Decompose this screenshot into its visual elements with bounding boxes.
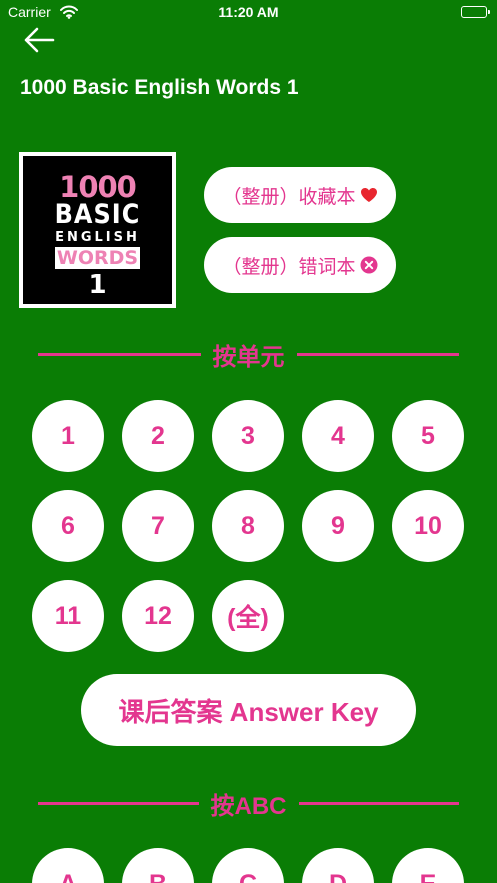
favorites-button[interactable]: （整册）收藏本: [204, 167, 396, 223]
favorites-label: （整册）收藏本: [222, 185, 356, 208]
unit-button-1[interactable]: 1: [32, 400, 104, 472]
answer-key-button[interactable]: 课后答案 Answer Key: [81, 674, 416, 746]
letter-button-b[interactable]: B: [122, 848, 194, 883]
unit-button-9[interactable]: 9: [302, 490, 374, 562]
unit-button-3[interactable]: 3: [212, 400, 284, 472]
book-cover[interactable]: 1000 BASIC ENGLISH WORDS 1: [19, 152, 176, 308]
unit-button-6[interactable]: 6: [32, 490, 104, 562]
letter-button-c[interactable]: C: [212, 848, 284, 883]
wrong-words-button[interactable]: （整册）错词本: [204, 237, 396, 293]
heart-icon: [360, 187, 378, 203]
back-button[interactable]: [22, 26, 56, 54]
unit-button-4[interactable]: 4: [302, 400, 374, 472]
cover-line-5: 1: [88, 270, 107, 300]
unit-button-8[interactable]: 8: [212, 490, 284, 562]
letter-button-a[interactable]: A: [32, 848, 104, 883]
cover-line-2: BASIC: [54, 198, 141, 230]
unit-button-all[interactable]: (全): [212, 580, 284, 652]
wrong-words-label: （整册）错词本: [222, 255, 356, 278]
unit-section-title: 按单元: [212, 343, 285, 371]
abc-section-title: 按ABC: [210, 792, 287, 820]
close-circle-icon: [360, 256, 378, 274]
status-time: 11:20 AM: [218, 4, 279, 20]
unit-button-2[interactable]: 2: [122, 400, 194, 472]
unit-button-12[interactable]: 12: [122, 580, 194, 652]
abc-section-divider: 按ABC: [38, 783, 459, 823]
unit-button-5[interactable]: 5: [392, 400, 464, 472]
unit-section-divider: 按单元: [38, 334, 459, 374]
unit-button-11[interactable]: 11: [32, 580, 104, 652]
page-title: 1000 Basic English Words 1: [20, 76, 299, 99]
letter-button-e[interactable]: E: [392, 848, 464, 883]
cover-line-4: WORDS: [54, 247, 141, 269]
unit-button-10[interactable]: 10: [392, 490, 464, 562]
cover-line-3: ENGLISH: [55, 230, 140, 245]
arrow-left-icon: [24, 27, 55, 53]
unit-button-7[interactable]: 7: [122, 490, 194, 562]
status-bar: Carrier 11:20 AM: [0, 0, 497, 26]
letter-button-d[interactable]: D: [302, 848, 374, 883]
battery-icon: [461, 6, 490, 18]
